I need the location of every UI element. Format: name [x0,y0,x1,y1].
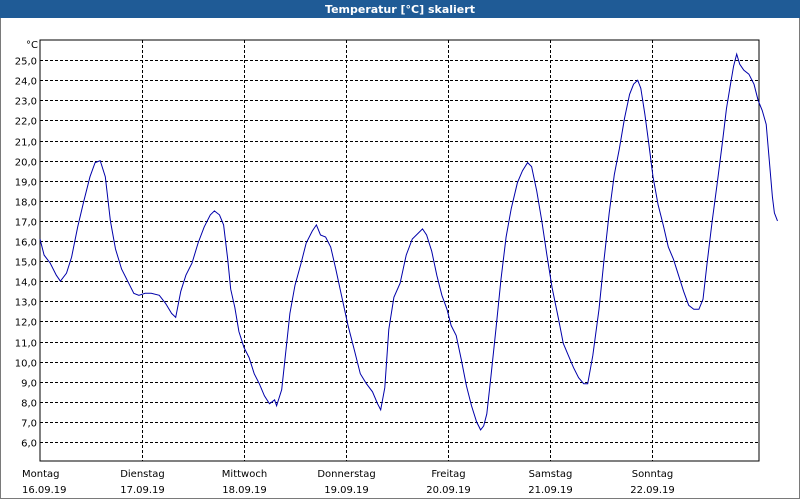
x-tick-day-label: Montag [22,469,59,480]
x-tick-day-label: Donnerstag [317,469,375,480]
x-tick-day-label: Sonntag [632,469,674,480]
y-tick-label: 7,0 [21,419,37,430]
y-tick-label: 16,0 [15,238,37,249]
x-tick-date-label: 16.09.19 [22,485,67,496]
x-tick-date-label: 17.09.19 [120,485,165,496]
y-tick-label: 19,0 [15,178,37,189]
y-tick-label: 9,0 [21,379,37,390]
x-tick-date-label: 20.09.19 [426,485,471,496]
plot-area-border [39,39,760,462]
y-tick-label: 23,0 [15,97,37,108]
x-tick-date-label: 21.09.19 [528,485,573,496]
y-tick-label: 20,0 [15,158,37,169]
y-axis-unit-label: °C [26,40,38,51]
x-tick-date-label: 22.09.19 [630,485,675,496]
y-tick-label: 10,0 [15,359,37,370]
x-tick-day-label: Dienstag [120,469,165,480]
x-tick-date-label: 18.09.19 [222,485,267,496]
y-tick-label: 6,0 [21,439,37,450]
y-tick-label: 22,0 [15,117,37,128]
y-tick-label: 21,0 [15,138,37,149]
y-tick-label: 14,0 [15,278,37,289]
y-tick-label: 15,0 [15,258,37,269]
y-tick-label: 13,0 [15,298,37,309]
y-tick-label: 12,0 [15,318,37,329]
y-tick-label: 18,0 [15,198,37,209]
temperature-chart: °C 6,0 7,0 8,0 9,0 10,0 11,0 12,0 13,0 14,0 15,0 1… [15,39,778,496]
y-tick-label: 11,0 [15,339,37,350]
y-tick-label: 24,0 [15,77,37,88]
y-tick-label: 17,0 [15,218,37,229]
x-tick-date-label: 19.09.19 [324,485,369,496]
x-tick-day-label: Freitag [431,469,465,480]
y-tick-label: 8,0 [21,399,37,410]
x-tick-day-label: Mittwoch [222,469,267,480]
y-tick-label: 25,0 [15,57,37,68]
x-tick-day-label: Samstag [529,469,573,480]
